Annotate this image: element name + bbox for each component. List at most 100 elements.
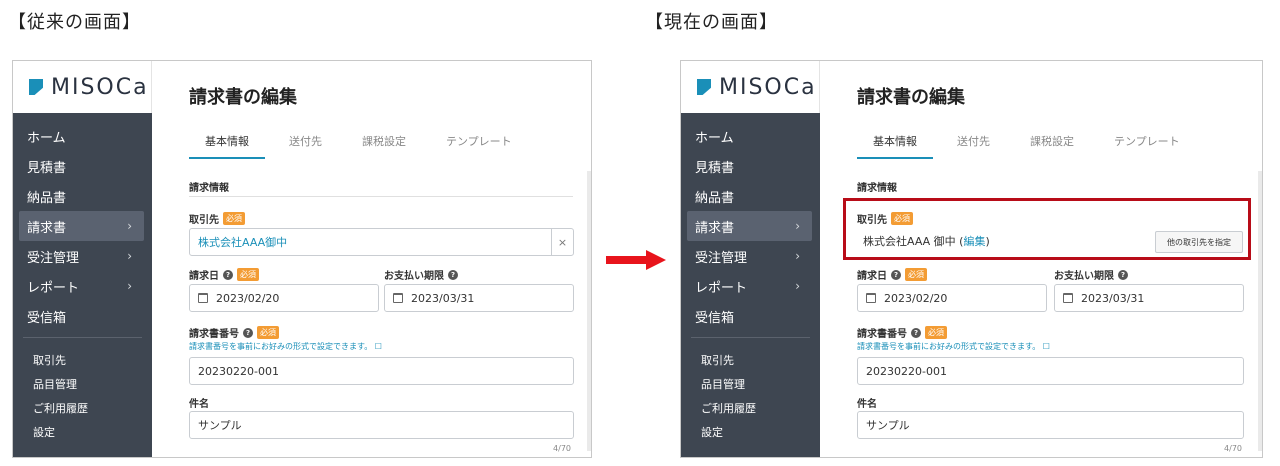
- invoice-date-input[interactable]: 2023/02/20: [189, 284, 379, 312]
- due-date-input[interactable]: 2023/03/31: [1054, 284, 1244, 312]
- arrow-right-icon: [606, 250, 666, 270]
- client-label: 取引先 必須: [857, 211, 913, 226]
- logo[interactable]: MISOCa: [13, 61, 152, 113]
- page-title: 請求書の編集: [189, 87, 297, 108]
- logo-text: MISOCa: [719, 74, 817, 100]
- tab-basic[interactable]: 基本情報: [189, 131, 265, 159]
- subnav-clients[interactable]: 取引先: [13, 348, 152, 372]
- logo-icon: [697, 79, 711, 95]
- nav-divider: [691, 337, 810, 338]
- edit-client-link[interactable]: 編集: [963, 235, 985, 248]
- help-icon[interactable]: ?: [223, 269, 233, 280]
- tab-template[interactable]: テンプレート: [430, 131, 528, 159]
- label-text: 件名: [857, 399, 877, 410]
- invoice-number-hint-link[interactable]: 請求書番号を事前にお好みの形式で設定できます。 ☐: [189, 341, 382, 352]
- help-icon[interactable]: ?: [243, 327, 253, 338]
- nav-label: レポート: [27, 280, 80, 296]
- nav-item-orders[interactable]: 受注管理 ›: [687, 241, 812, 271]
- tab-basic[interactable]: 基本情報: [857, 131, 933, 159]
- nav-label: 請求書: [27, 220, 67, 236]
- subnav-settings[interactable]: 設定: [681, 420, 820, 444]
- nav-item-orders[interactable]: 受注管理 ›: [19, 241, 144, 271]
- page-title: 請求書の編集: [857, 87, 965, 108]
- subnav-settings[interactable]: 設定: [13, 420, 152, 444]
- sidebar: MISOCa ホーム 見積書 納品書 請求書 › 受注管理 › レポート › 受信箱 …: [681, 61, 820, 457]
- subnav-history[interactable]: ご利用履歴: [13, 396, 152, 420]
- invoice-number-input[interactable]: 20230220-001: [189, 357, 574, 385]
- nav: ホーム 見積書 納品書 請求書 › 受注管理 › レポート › 受信箱 取引先 品目管…: [681, 113, 820, 444]
- chevron-right-icon: ›: [795, 249, 800, 263]
- invoice-number-input[interactable]: 20230220-001: [857, 357, 1244, 385]
- client-close-paren: ): [985, 235, 990, 248]
- section-divider: [189, 196, 573, 197]
- tab-template[interactable]: テンプレート: [1098, 131, 1196, 159]
- help-icon[interactable]: ?: [891, 269, 901, 280]
- nav-divider: [23, 337, 142, 338]
- chevron-right-icon: ›: [127, 219, 132, 233]
- nav-label: 受信箱: [695, 310, 735, 326]
- due-date-input[interactable]: 2023/03/31: [384, 284, 574, 312]
- scrollbar[interactable]: [587, 171, 591, 451]
- main-content: 請求書の編集 基本情報 送付先 課税設定 テンプレート 請求情報 取引先 必須 株…: [820, 61, 1262, 457]
- old-screen: MISOCa ホーム 見積書 納品書 請求書 › 受注管理 › レポート › 受信箱 …: [12, 60, 592, 458]
- due-date-label: お支払い期限?: [384, 267, 458, 282]
- nav-item-inbox[interactable]: 受信箱: [687, 301, 812, 331]
- tab-tax[interactable]: 課税設定: [346, 131, 422, 159]
- nav-item-invoice[interactable]: 請求書 ›: [19, 211, 144, 241]
- invoice-number-label: 請求書番号? 必須: [857, 325, 947, 340]
- calendar-icon: [866, 293, 876, 303]
- calendar-icon: [198, 293, 208, 303]
- char-counter: 4/70: [1224, 444, 1242, 453]
- subnav-items[interactable]: 品目管理: [13, 372, 152, 396]
- subject-input[interactable]: サンプル: [857, 411, 1244, 439]
- required-badge: 必須: [925, 326, 947, 339]
- nav-item-report[interactable]: レポート ›: [19, 271, 144, 301]
- invoice-number-value: 20230220-001: [866, 364, 947, 378]
- nav-label: 見積書: [695, 160, 735, 176]
- invoice-date-value: 2023/02/20: [216, 291, 280, 305]
- help-icon[interactable]: ?: [1118, 269, 1128, 280]
- clear-icon[interactable]: ×: [551, 229, 573, 255]
- subnav-clients[interactable]: 取引先: [681, 348, 820, 372]
- invoice-date-label: 請求日? 必須: [189, 267, 259, 282]
- nav-item-home[interactable]: ホーム: [19, 121, 144, 151]
- tab-tax[interactable]: 課税設定: [1014, 131, 1090, 159]
- label-text: 取引先: [189, 215, 219, 226]
- nav-item-delivery[interactable]: 納品書: [19, 181, 144, 211]
- help-icon[interactable]: ?: [911, 327, 921, 338]
- nav-item-inbox[interactable]: 受信箱: [19, 301, 144, 331]
- client-label: 取引先 必須: [189, 211, 245, 226]
- client-input[interactable]: 株式会社AAA御中 ×: [189, 228, 574, 256]
- subnav-history[interactable]: ご利用履歴: [681, 396, 820, 420]
- invoice-number-label: 請求書番号? 必須: [189, 325, 279, 340]
- required-badge: 必須: [223, 212, 245, 225]
- label-text: お支払い期限: [1054, 271, 1114, 282]
- section-title: 請求情報: [189, 183, 229, 194]
- nav-item-delivery[interactable]: 納品書: [687, 181, 812, 211]
- invoice-date-input[interactable]: 2023/02/20: [857, 284, 1047, 312]
- tab-destination[interactable]: 送付先: [273, 131, 338, 159]
- scrollbar[interactable]: [1258, 171, 1262, 451]
- subject-input[interactable]: サンプル: [189, 411, 574, 439]
- nav: ホーム 見積書 納品書 請求書 › 受注管理 › レポート › 受信箱 取引先 品目管…: [13, 113, 152, 444]
- nav-label: ホーム: [27, 130, 66, 146]
- nav-label: レポート: [695, 280, 748, 296]
- tabs: 基本情報 送付先 課税設定 テンプレート: [189, 131, 536, 159]
- nav-item-report[interactable]: レポート ›: [687, 271, 812, 301]
- nav-item-estimate[interactable]: 見積書: [19, 151, 144, 181]
- client-value: 株式会社AAA 御中 (: [863, 235, 964, 248]
- invoice-number-hint-link[interactable]: 請求書番号を事前にお好みの形式で設定できます。 ☐: [857, 341, 1050, 352]
- nav-item-estimate[interactable]: 見積書: [687, 151, 812, 181]
- label-text: 請求書番号: [857, 329, 907, 340]
- other-client-button[interactable]: 他の取引先を指定: [1155, 231, 1243, 253]
- nav-item-invoice[interactable]: 請求書 ›: [687, 211, 812, 241]
- subject-value: サンプル: [198, 419, 242, 432]
- logo[interactable]: MISOCa: [681, 61, 820, 113]
- subnav-items[interactable]: 品目管理: [681, 372, 820, 396]
- help-icon[interactable]: ?: [448, 269, 458, 280]
- label-text: 取引先: [857, 215, 887, 226]
- tab-destination[interactable]: 送付先: [941, 131, 1006, 159]
- chevron-right-icon: ›: [795, 279, 800, 293]
- nav-item-home[interactable]: ホーム: [687, 121, 812, 151]
- subject-label: 件名: [857, 395, 877, 410]
